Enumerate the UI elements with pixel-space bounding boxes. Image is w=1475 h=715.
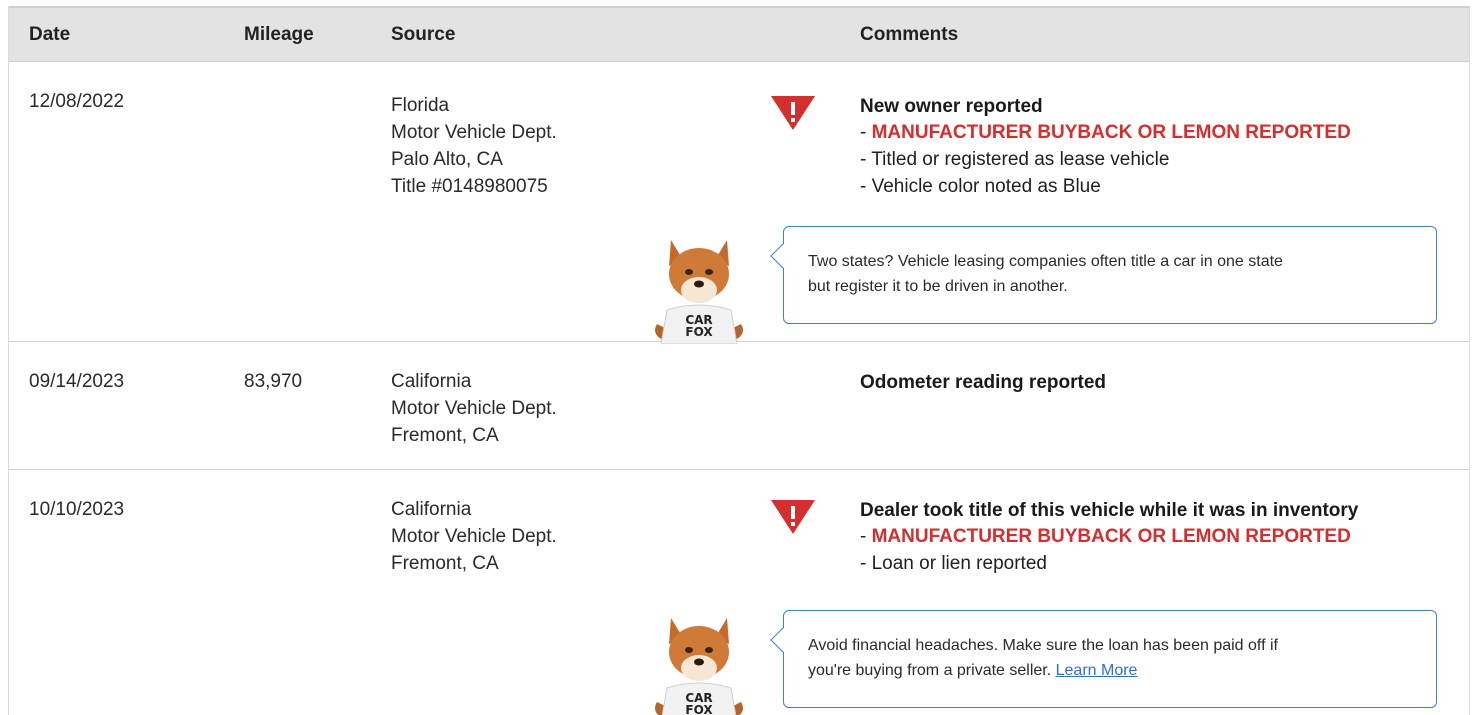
source-line: Motor Vehicle Dept. xyxy=(391,526,557,547)
bubble-tail xyxy=(770,243,796,269)
tip-text: you're buying from a private seller. xyxy=(808,662,1052,679)
row-source: Florida Motor Vehicle Dept. Palo Alto, C… xyxy=(391,92,557,200)
table-header: Date Mileage Source Comments xyxy=(9,6,1469,62)
warning-triangle-icon xyxy=(771,96,815,130)
comment-bullet: - xyxy=(860,149,872,170)
tip-text: Avoid financial headaches. Make sure the… xyxy=(808,637,1278,654)
comment-text: Titled or registered as lease vehicle xyxy=(871,149,1170,170)
comment-text: Loan or lien reported xyxy=(871,553,1047,574)
comment-details: - MANUFACTURER BUYBACK OR LEMON REPORTED… xyxy=(860,119,1351,200)
comment-bullet: - xyxy=(860,526,872,547)
row-date: 10/10/2023 xyxy=(29,499,125,520)
row-source: California Motor Vehicle Dept. Fremont, … xyxy=(391,368,557,449)
source-line: Title #0148980075 xyxy=(391,176,548,197)
row-date: 12/08/2022 xyxy=(29,91,125,112)
table-row: 10/10/2023 California Motor Vehicle Dept… xyxy=(9,470,1469,715)
carfox-mascot-icon: CAR FOX xyxy=(655,240,743,344)
warning-triangle-icon xyxy=(771,500,815,534)
header-comments: Comments xyxy=(860,24,959,45)
tip-text-with-link: you're buying from a private seller. Lea… xyxy=(808,658,1412,683)
tip-bubble: Two states? Vehicle leasing companies of… xyxy=(770,226,1437,324)
comment-title: Odometer reading reported xyxy=(860,372,1106,393)
source-line: California xyxy=(391,371,472,392)
header-source: Source xyxy=(391,24,456,45)
comment-bullet: - xyxy=(860,553,872,574)
tip-text: but register it to be driven in another. xyxy=(808,278,1068,295)
source-line: California xyxy=(391,499,472,520)
lemon-warning-text: MANUFACTURER BUYBACK OR LEMON REPORTED xyxy=(871,122,1351,143)
header-mileage: Mileage xyxy=(244,24,314,45)
mascot-shirt-text: FOX xyxy=(685,325,713,339)
source-line: Palo Alto, CA xyxy=(391,149,503,170)
comment-details: - MANUFACTURER BUYBACK OR LEMON REPORTED… xyxy=(860,523,1351,577)
source-line: Motor Vehicle Dept. xyxy=(391,398,557,419)
row-source: California Motor Vehicle Dept. Fremont, … xyxy=(391,496,557,577)
header-date: Date xyxy=(29,24,71,45)
table-row: 09/14/2023 83,970 California Motor Vehic… xyxy=(9,342,1469,470)
comment-line: - MANUFACTURER BUYBACK OR LEMON REPORTED xyxy=(860,119,1351,146)
mascot-shirt-text: FOX xyxy=(685,703,713,715)
comment-text: Vehicle color noted as Blue xyxy=(871,176,1101,197)
comment-bullet: - xyxy=(860,176,872,197)
row-date: 09/14/2023 xyxy=(29,371,125,392)
bubble-tail xyxy=(770,627,796,653)
source-line: Florida xyxy=(391,95,450,116)
comment-title: New owner reported xyxy=(860,96,1043,117)
tip-text: Two states? Vehicle leasing companies of… xyxy=(808,253,1283,270)
comment-line: - Titled or registered as lease vehicle xyxy=(860,146,1351,173)
comment-line: - Vehicle color noted as Blue xyxy=(860,173,1351,200)
lemon-warning-text: MANUFACTURER BUYBACK OR LEMON REPORTED xyxy=(871,526,1351,547)
comment-bullet: - xyxy=(860,122,872,143)
tip-bubble: Avoid financial headaches. Make sure the… xyxy=(770,610,1437,708)
history-table: Date Mileage Source Comments 12/08/2022 … xyxy=(8,6,1470,715)
source-line: Fremont, CA xyxy=(391,425,499,446)
source-line: Motor Vehicle Dept. xyxy=(391,122,557,143)
comment-line: - Loan or lien reported xyxy=(860,550,1351,577)
carfox-mascot-icon: CAR FOX xyxy=(655,618,743,715)
source-line: Fremont, CA xyxy=(391,553,499,574)
table-row: 12/08/2022 Florida Motor Vehicle Dept. P… xyxy=(9,62,1469,344)
learn-more-link[interactable]: Learn More xyxy=(1056,662,1138,679)
comment-line: - MANUFACTURER BUYBACK OR LEMON REPORTED xyxy=(860,523,1351,550)
row-mileage: 83,970 xyxy=(244,371,303,392)
comment-title: Dealer took title of this vehicle while … xyxy=(860,500,1359,521)
